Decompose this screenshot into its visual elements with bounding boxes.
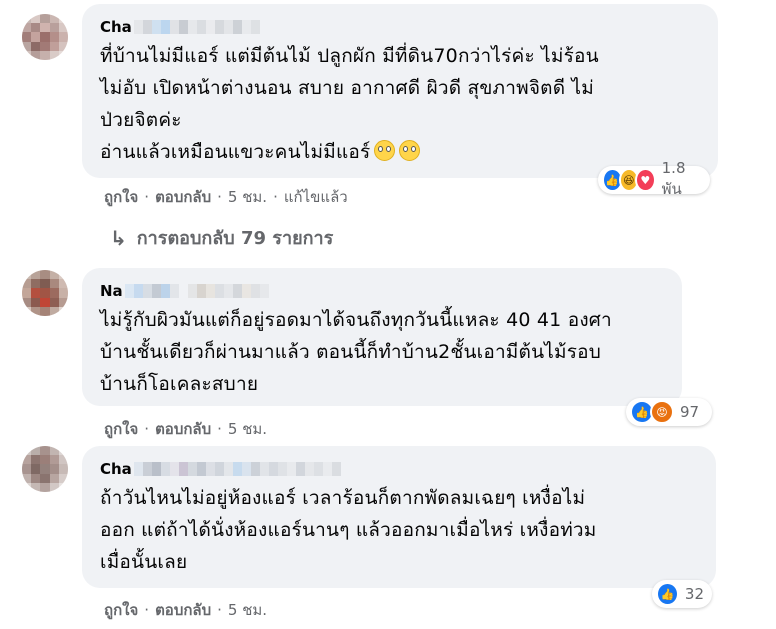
comment-bubble: Cha ถ้าวันไหนไม่อยู่ห้องแอร์ เวลาร้อนก็ต… [82, 446, 716, 588]
reaction-count: 97 [680, 403, 700, 421]
separator: · [217, 420, 222, 438]
comment-text: ถ้าวันไหนไม่อยู่ห้องแอร์ เวลาร้อนก็ตากพั… [100, 487, 597, 573]
replies-count-label: การตอบกลับ 79 รายการ [136, 228, 334, 249]
avatar[interactable] [22, 446, 68, 492]
like-button[interactable]: ถูกใจ [104, 417, 138, 441]
comment-actions: ถูกใจ · ตอบกลับ · 5 ชม. · แก้ไขแล้ว [104, 185, 348, 209]
timestamp[interactable]: 5 ชม. [228, 417, 267, 441]
pixelated-name [133, 462, 341, 476]
like-button[interactable]: ถูกใจ [104, 598, 138, 622]
separator: · [273, 188, 278, 206]
timestamp[interactable]: 5 ชม. [228, 185, 267, 209]
comment-author[interactable]: Na [100, 280, 668, 302]
separator: · [144, 188, 150, 206]
reply-button[interactable]: ตอบกลับ [155, 185, 211, 209]
reply-arrow-icon: ↳ [110, 225, 127, 250]
comment-text: ที่บ้านไม่มีแอร์ แต่มีต้นไม้ ปลูกผัก มีท… [100, 45, 599, 163]
edited-label: แก้ไขแล้ว [283, 188, 348, 206]
face-with-rolling-eyes-icon [399, 140, 421, 161]
comment-author[interactable]: Cha [100, 16, 704, 38]
reaction-summary[interactable]: 👍 😡 97 [626, 398, 712, 426]
reaction-count: 1.8 พัน [661, 159, 686, 198]
reaction-summary[interactable]: 👍 😆 ♥ 1.8 พัน [598, 159, 710, 198]
reply-button[interactable]: ตอบกลับ [155, 598, 211, 622]
avatar[interactable] [22, 270, 68, 316]
comment-actions: ถูกใจ · ตอบกลับ · 5 ชม. [104, 417, 267, 441]
angry-icon: 😡 [650, 400, 674, 424]
separator: · [144, 601, 150, 619]
like-button[interactable]: ถูกใจ [104, 185, 138, 209]
reply-button[interactable]: ตอบกลับ [155, 417, 211, 441]
comment-actions: ถูกใจ · ตอบกลับ · 5 ชม. [104, 598, 267, 622]
separator: · [217, 188, 222, 206]
like-icon: 👍 [656, 582, 679, 606]
comment-text: ไม่รู้กับผิวมันแต่ก็อยู่รอดมาได้จนถึงทุก… [100, 309, 612, 395]
love-icon: ♥ [635, 168, 656, 192]
pixelated-name [124, 284, 269, 298]
comment-bubble: Cha ที่บ้านไม่มีแอร์ แต่มีต้นไม้ ปลูกผัก… [82, 4, 718, 178]
avatar[interactable] [22, 14, 68, 60]
pixelated-name [133, 20, 260, 34]
face-with-rolling-eyes-icon [374, 140, 396, 161]
reaction-summary[interactable]: 👍 32 [652, 580, 712, 608]
comment-author[interactable]: Cha [100, 458, 702, 480]
timestamp[interactable]: 5 ชม. [228, 598, 267, 622]
comment-bubble: Na ไม่รู้กับผิวมันแต่ก็อยู่รอดมาได้จนถึง… [82, 268, 682, 406]
view-replies-button[interactable]: ↳ การตอบกลับ 79 รายการ [110, 223, 333, 252]
reaction-count: 32 [684, 585, 704, 603]
separator: · [144, 420, 150, 438]
separator: · [217, 601, 222, 619]
